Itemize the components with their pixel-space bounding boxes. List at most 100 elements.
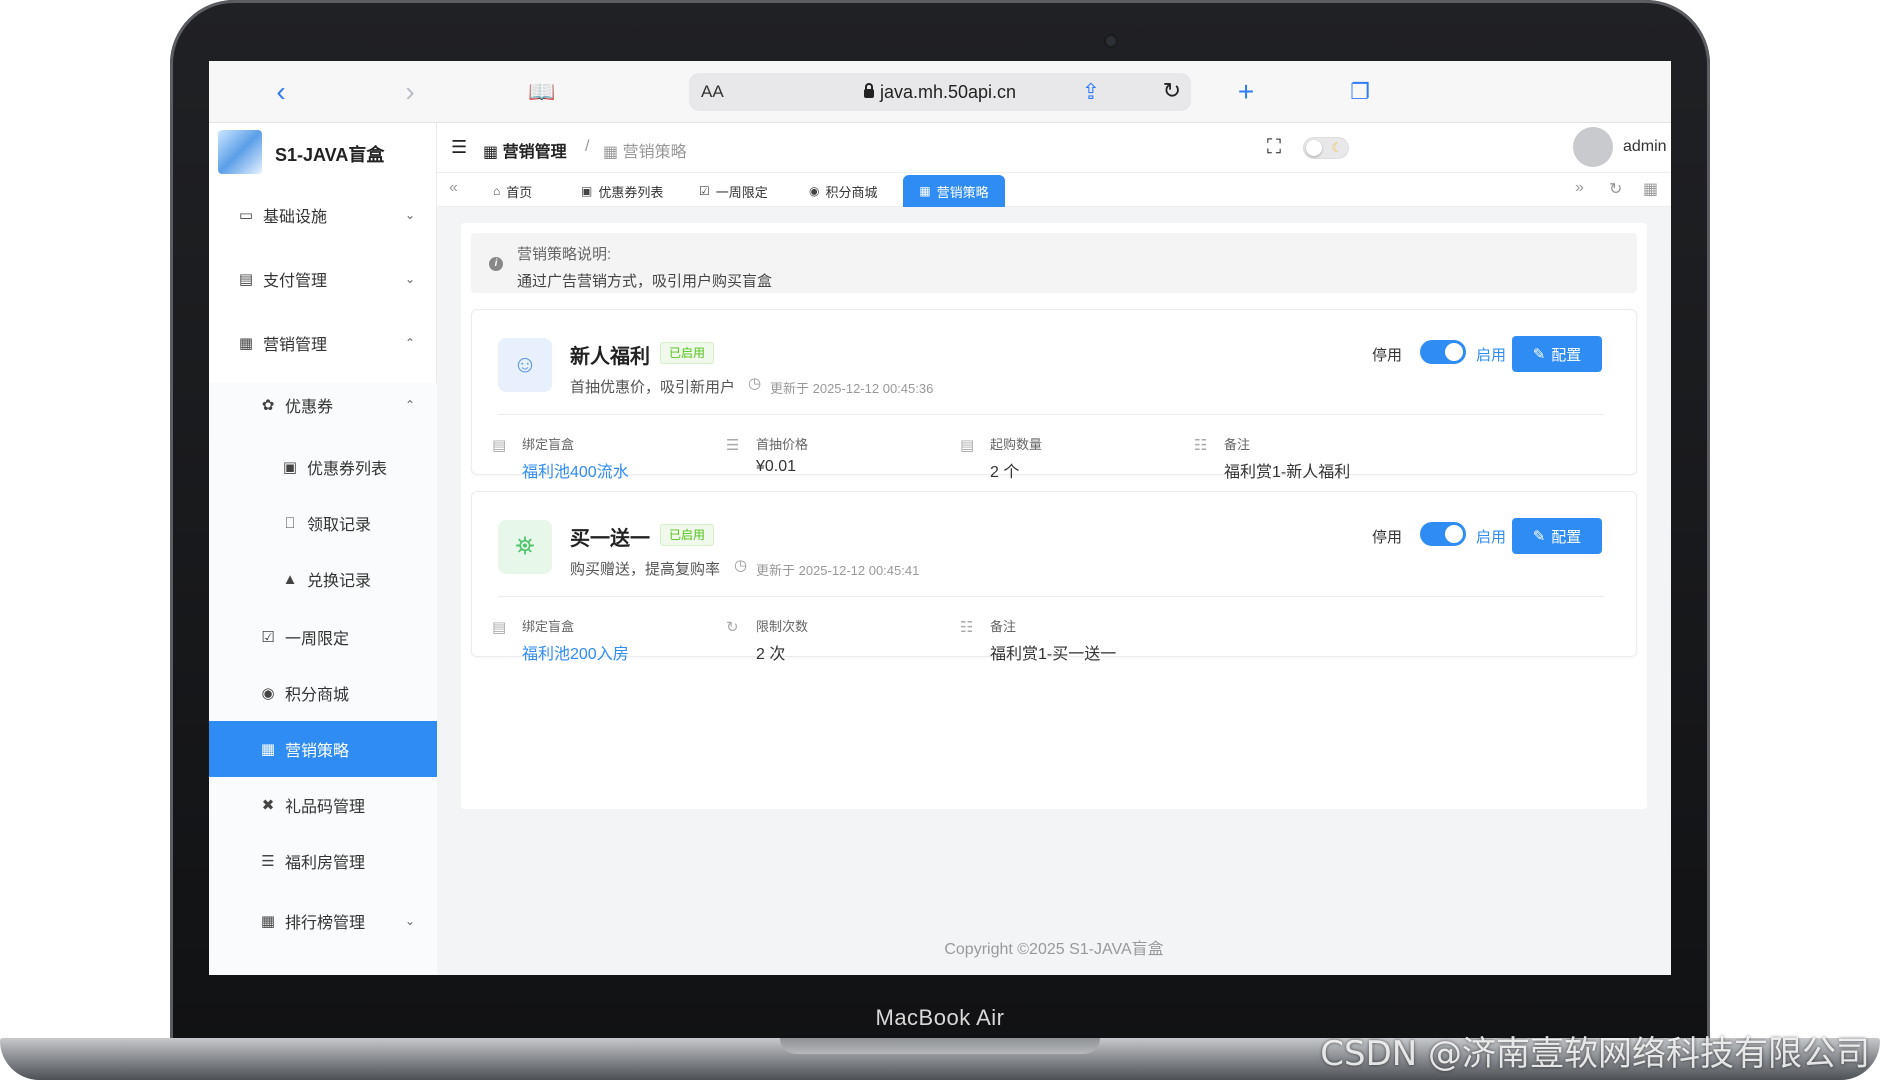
sidebar-item-label: 积分商城: [285, 687, 350, 704]
sidebar-item-weekly-limited[interactable]: ☑ 一周限定: [209, 609, 437, 665]
moon-icon: ☾: [1331, 140, 1343, 155]
field-label: 备注: [990, 619, 1017, 634]
sidebar-item-infrastructure[interactable]: ▭ 基础设施 ⌄: [209, 187, 437, 243]
sidebar-item-coupons[interactable]: ✿ 优惠券 ⌃: [209, 377, 437, 433]
sidebar-item-label: 营销管理: [263, 337, 328, 354]
chevron-down-icon: ⌄: [404, 272, 415, 286]
document-icon: ☷: [1194, 437, 1208, 454]
clock-icon: ◷: [734, 557, 748, 574]
url-text: java.mh.50api.cn: [879, 82, 1017, 102]
disable-label: 停用: [1372, 529, 1403, 546]
edit-icon: ✎: [1532, 346, 1546, 363]
tab-marketing-strategy[interactable]: ▦ 营销策略: [903, 175, 1005, 207]
sidebar-item-welfare-rooms[interactable]: ☰ 福利房管理: [209, 833, 437, 889]
sidebar-item-redeem-records[interactable]: ▲ 兑换记录: [209, 551, 437, 607]
gift-icon: ▦: [919, 184, 931, 198]
field-value-link[interactable]: 福利池400流水: [522, 458, 629, 482]
document-icon: ☷: [960, 619, 974, 636]
home-icon: ⌂: [493, 184, 501, 198]
chevron-down-icon: ⌄: [404, 208, 415, 222]
ticket-icon: ✖: [261, 797, 275, 814]
sidebar-item-label: 福利房管理: [285, 855, 366, 872]
avatar[interactable]: [1573, 127, 1613, 167]
box-icon: ▤: [492, 437, 507, 454]
bookmarks-icon[interactable]: 📖: [525, 75, 559, 109]
sidebar-item-points-mall[interactable]: ◉ 积分商城: [209, 665, 437, 721]
tab-weekly-limited[interactable]: ☑ 一周限定: [699, 175, 768, 207]
sidebar-item-coupon-list[interactable]: ▣ 优惠券列表: [209, 439, 437, 495]
sidebar-item-label: 礼品码管理: [285, 799, 366, 816]
config-button[interactable]: ✎ 配置: [1512, 518, 1602, 554]
field-value: 福利赏1-新人福利: [1224, 464, 1351, 481]
back-icon[interactable]: ‹: [264, 75, 298, 109]
strategy-card: ⛯ 买一送一 已启用 购买赠送，提高复购率 ◷ 更新于 2025-12-12 0…: [471, 491, 1637, 663]
url-bar[interactable]: AA java.mh.50api.cn ↻: [689, 73, 1191, 111]
divider: [498, 596, 1604, 597]
tab-label: 首页: [506, 184, 533, 200]
coupon-icon: ✿: [261, 397, 275, 414]
breadcrumb-parent[interactable]: ▦ 营销管理: [483, 138, 567, 162]
enable-switch[interactable]: [1420, 340, 1466, 364]
field-value-link[interactable]: 福利池200入房: [522, 640, 629, 664]
monitor-icon: ▭: [238, 207, 254, 224]
tab-points-mall[interactable]: ◉ 积分商城: [809, 175, 878, 207]
tab-label: 一周限定: [715, 184, 768, 200]
payment-icon: ▤: [238, 271, 254, 288]
fullscreen-icon[interactable]: ⛶: [1267, 136, 1281, 159]
sidebar-item-payment[interactable]: ▤ 支付管理 ⌄: [209, 251, 437, 307]
sidebar-item-label: 一周限定: [285, 631, 350, 648]
sidebar-item-gift-codes[interactable]: ✖ 礼品码管理: [209, 777, 437, 833]
main-content: i 营销策略说明: 通过广告营销方式，吸引用户购买盲盒 ☺ 新人福利 已启用 首…: [461, 223, 1647, 809]
status-badge: 已启用: [660, 342, 715, 364]
refresh-icon[interactable]: ↻: [1609, 179, 1622, 199]
sidebar-item-label: 兑换记录: [307, 573, 372, 590]
field-value: 2 次: [756, 646, 786, 663]
divider: [498, 414, 1604, 415]
coins-icon: ☰: [726, 437, 740, 454]
calendar-icon: ☑: [699, 184, 710, 198]
app-logo: [218, 130, 262, 174]
share-icon[interactable]: ⇪: [1074, 75, 1108, 109]
list-icon: ▣: [581, 184, 593, 198]
sidebar-item-marketing-strategy[interactable]: ▦ 营销策略: [209, 721, 437, 777]
laptop-notch: [780, 1038, 1100, 1054]
tab-label: 优惠券列表: [598, 184, 664, 200]
tabs-scroll-right-icon[interactable]: »: [1575, 179, 1584, 197]
tabs-menu-icon[interactable]: ▦: [1643, 179, 1658, 199]
new-tab-icon[interactable]: +: [1229, 75, 1263, 109]
chevron-down-icon: ⌄: [404, 914, 415, 928]
tab-coupon-list[interactable]: ▣ 优惠券列表: [581, 175, 663, 207]
status-badge: 已启用: [660, 524, 715, 546]
tabs-overview-icon[interactable]: ❐: [1343, 75, 1377, 109]
tabs-bar: « ⌂ 首页 ▣ 优惠券列表 ☑ 一周限定 ◉ 积分商城 ▦ 营销策略 » ↻ …: [437, 173, 1671, 207]
sidebar-item-label: 营销策略: [285, 743, 350, 760]
sidebar-item-marketing[interactable]: ▦ 营销管理 ⌃: [209, 315, 437, 371]
switch-knob: [1445, 343, 1463, 361]
tab-home[interactable]: ⌂ 首页: [493, 175, 532, 207]
updated-time: 更新于 2025-12-12 00:45:41: [756, 563, 920, 578]
tab-label: 营销策略: [936, 184, 989, 200]
user-icon: ☺: [498, 338, 552, 392]
camera-dot: [1106, 36, 1116, 46]
field-label: 首抽价格: [756, 437, 809, 452]
tabs-scroll-left-icon[interactable]: «: [449, 179, 458, 197]
sidebar-item-leaderboard[interactable]: ▦ 排行榜管理 ⌄: [209, 893, 437, 949]
breadcrumb-separator: /: [585, 138, 590, 155]
theme-toggle[interactable]: ☾: [1303, 137, 1349, 159]
reload-icon[interactable]: ↻: [1163, 78, 1181, 104]
info-icon: i: [489, 257, 503, 271]
forward-icon[interactable]: ›: [393, 75, 427, 109]
sidebar-item-claim-records[interactable]: ⎕ 领取记录: [209, 495, 437, 551]
menu-toggle-icon[interactable]: ☰: [451, 137, 467, 158]
strategy-name: 新人福利: [570, 346, 650, 368]
admin-name[interactable]: admin: [1623, 138, 1667, 156]
field-label: 起购数量: [990, 437, 1043, 452]
notice-title: 营销策略说明:: [517, 246, 612, 263]
browser-toolbar: ‹ › 📖 AA java.mh.50api.cn ↻ ⇪ + ❐: [209, 61, 1671, 123]
updated-time: 更新于 2025-12-12 00:45:36: [770, 381, 934, 396]
copyright-footer: Copyright ©2025 S1-JAVA盲盒: [944, 941, 1164, 958]
enable-switch[interactable]: [1420, 522, 1466, 546]
csdn-watermark: CSDN @济南壹软网络科技有限公司: [1320, 1034, 1870, 1074]
config-button[interactable]: ✎ 配置: [1512, 336, 1602, 372]
top-header: ☰ ▦ 营销管理 / ▦ 营销策略 ⛶ ☾ admin: [437, 123, 1671, 173]
